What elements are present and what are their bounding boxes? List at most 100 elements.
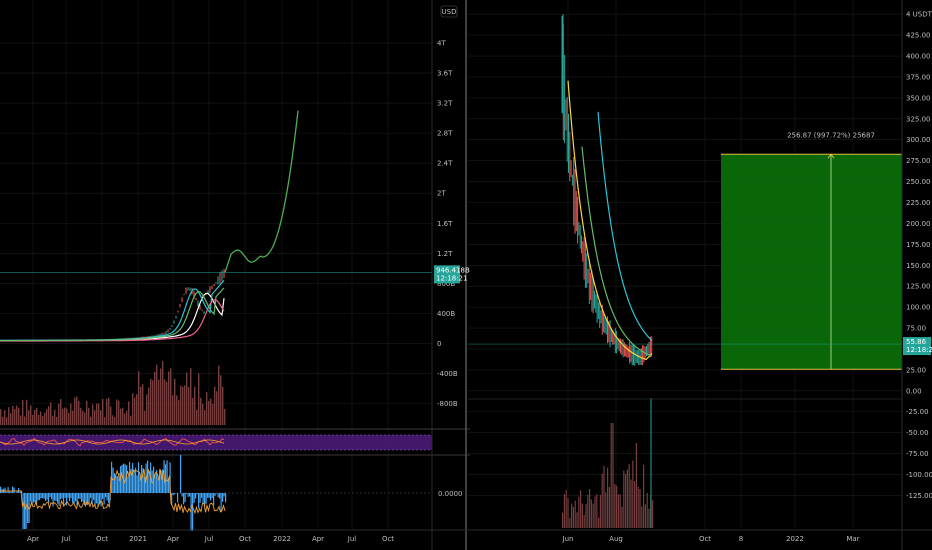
left-volume-bar xyxy=(164,379,166,425)
macd-histogram-bar xyxy=(132,463,134,493)
macd-histogram-bar xyxy=(40,493,42,499)
left-volume-bar xyxy=(60,398,62,425)
macd-histogram-bar xyxy=(46,493,48,500)
left-last-price-badge: 946.418B 12:18:21 xyxy=(434,265,470,284)
left-volume-bar xyxy=(28,410,30,425)
right-volume-bar xyxy=(614,484,616,528)
macd-histogram-bar xyxy=(42,493,44,499)
left-volume-bar xyxy=(178,399,180,425)
left-volume-bar xyxy=(52,415,54,425)
macd-histogram-bar xyxy=(45,493,47,501)
macd-histogram-bar xyxy=(82,493,84,502)
right-volume-bar xyxy=(617,494,619,528)
right-volume-bar xyxy=(630,479,632,528)
left-volume-bar xyxy=(48,406,50,425)
macd-histogram-bar xyxy=(117,476,119,493)
macd-histogram-bar xyxy=(12,486,14,493)
left-volume-bar xyxy=(18,407,20,425)
macd-histogram-bar xyxy=(220,493,222,513)
macd-histogram-bar xyxy=(213,493,215,506)
macd-histogram-bar xyxy=(16,491,18,493)
left-volume-bar xyxy=(56,417,58,425)
right-volume-bar xyxy=(583,514,585,528)
left-volume-bar xyxy=(204,410,206,425)
macd-histogram-bar xyxy=(51,493,53,500)
macd-histogram-bar xyxy=(67,493,69,498)
left-volume-bar xyxy=(174,378,176,425)
macd-histogram-bar xyxy=(222,493,224,502)
macd-histogram-bar xyxy=(201,493,203,498)
left-volume-bar xyxy=(68,412,70,425)
macd-histogram-bar xyxy=(70,493,72,499)
left-volume-bar xyxy=(216,391,218,425)
left-currency-badge[interactable]: USD xyxy=(440,5,458,18)
left-forecast-line xyxy=(224,110,299,273)
macd-histogram-bar xyxy=(72,493,74,503)
right-volume-bar xyxy=(634,481,636,528)
macd-histogram-bar xyxy=(30,493,32,502)
chart-canvas[interactable]: Apr Jul Oct 2021 Apr Jul Oct 2022 Apr Jul Oct 4T 3.6… xyxy=(0,0,932,550)
right-y-tick-label: 350.00 xyxy=(906,94,931,102)
left-volume-bar xyxy=(66,408,68,425)
left-y-tick-label: 2.4T xyxy=(437,160,453,168)
macd-histogram-bar xyxy=(43,493,45,499)
right-volume-bar xyxy=(585,503,587,528)
left-volume-bar xyxy=(42,416,44,425)
left-volume-bar xyxy=(128,401,130,425)
left-volume-bar xyxy=(120,408,122,425)
left-volume-bar xyxy=(86,400,88,425)
left-volume-bar xyxy=(182,386,184,425)
macd-histogram-bar xyxy=(75,493,77,502)
macd-histogram-bar xyxy=(102,493,104,499)
macd-histogram-bar xyxy=(223,493,225,497)
left-volume-bar xyxy=(14,408,16,425)
right-moving-average-line xyxy=(581,146,653,357)
right-y-tick-label: 375.00 xyxy=(906,73,931,81)
left-volume-bar xyxy=(160,368,162,425)
left-volume-bar xyxy=(150,378,152,425)
left-x-tick-label: Oct xyxy=(239,535,251,543)
macd-histogram-bar xyxy=(192,493,194,531)
left-volume-bar xyxy=(184,385,186,425)
left-chart-panel[interactable] xyxy=(0,110,470,531)
right-volume-bar xyxy=(646,493,648,528)
left-x-tick-label: 2022 xyxy=(273,535,291,543)
left-moving-average-line xyxy=(0,287,225,342)
left-y-tick-label: 3.6T xyxy=(437,70,453,78)
macd-histogram-bar xyxy=(193,493,195,503)
left-volume-bar xyxy=(0,409,2,425)
right-y-tick-label: 100.00 xyxy=(906,304,931,312)
left-volume-bar xyxy=(34,409,36,425)
macd-histogram-bar xyxy=(177,493,179,503)
macd-histogram-bar xyxy=(78,493,80,499)
macd-histogram-bar xyxy=(165,464,167,493)
right-x-tick-label: 8 xyxy=(739,535,743,543)
left-volume-bar xyxy=(90,416,92,425)
left-volume-bar xyxy=(220,375,222,425)
right-volume-bar xyxy=(578,496,580,528)
macd-histogram-bar xyxy=(129,461,131,493)
left-volume-bar xyxy=(134,397,136,425)
macd-histogram-bar xyxy=(18,488,20,493)
macd-histogram-bar xyxy=(186,493,188,495)
left-y-tick-label: 2.8T xyxy=(437,130,453,138)
left-volume-bar xyxy=(72,410,74,425)
macd-histogram-bar xyxy=(148,470,150,493)
macd-histogram-bar xyxy=(69,493,71,502)
macd-histogram-bar xyxy=(7,487,9,493)
left-volume-bar xyxy=(96,403,98,425)
right-y-tick-label: 150.00 xyxy=(906,262,931,270)
left-volume-bar xyxy=(10,413,12,425)
left-volume-bar xyxy=(218,365,220,425)
left-x-tick-label: Jul xyxy=(347,535,357,543)
left-volume-bar xyxy=(4,410,6,425)
right-chart-panel[interactable] xyxy=(468,14,902,528)
right-volume-bar xyxy=(607,467,609,528)
left-y-tick-label: 0 xyxy=(437,340,441,348)
left-volume-bar xyxy=(192,398,194,425)
left-volume-bar xyxy=(194,386,196,425)
left-volume-bar xyxy=(148,387,150,425)
left-volume-bar xyxy=(170,368,172,425)
macd-histogram-bar xyxy=(24,493,26,529)
macd-histogram-bar xyxy=(138,462,140,493)
